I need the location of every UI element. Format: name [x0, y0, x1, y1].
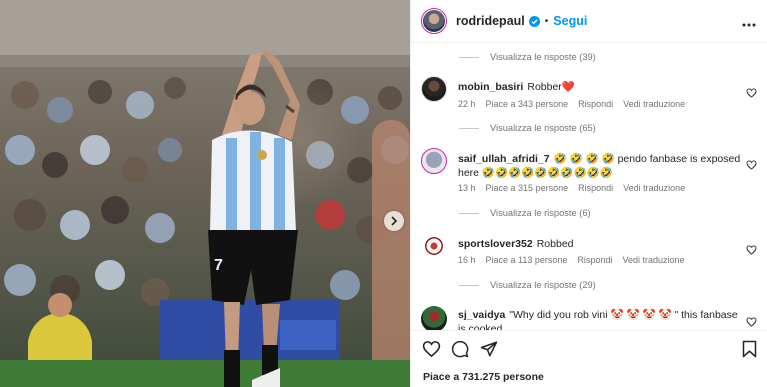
comment-username[interactable]: saif_ullah_afridi_7 — [458, 153, 550, 165]
avatar[interactable] — [421, 148, 447, 174]
avatar[interactable] — [421, 233, 447, 259]
heart-icon[interactable] — [422, 340, 441, 363]
next-photo-button[interactable] — [384, 211, 404, 231]
comment-item: saif_ullah_afridi_7 🤣 🤣 🤣 🤣 pendo fanbase… — [421, 148, 766, 198]
post-image: 7 — [0, 0, 410, 387]
comments-panel: rodridepaul • Segui Visualizza le rispos… — [410, 0, 767, 387]
see-translation-button[interactable]: Vedi traduzione — [622, 255, 684, 265]
more-options-icon[interactable] — [742, 14, 756, 32]
bookmark-icon[interactable] — [742, 340, 757, 363]
comment-item: sportslover352 Robbed 16 h Piace a 113 pe… — [421, 233, 766, 269]
view-replies-label: Visualizza le risposte (39) — [490, 52, 596, 62]
replies-divider-line — [459, 127, 479, 129]
see-translation-button[interactable]: Vedi traduzione — [623, 99, 685, 109]
like-comment-heart-icon[interactable] — [746, 242, 757, 260]
avatar[interactable] — [421, 306, 447, 332]
post-header: rodridepaul • Segui — [411, 0, 767, 43]
view-replies-label: Visualizza le risposte (29) — [490, 280, 596, 290]
view-replies-button[interactable]: Visualizza le risposte (39) — [459, 52, 596, 62]
jersey-number: 7 — [214, 257, 223, 274]
comment-likes-count[interactable]: Piace a 343 persone — [486, 99, 569, 109]
comment-username[interactable]: sj_vaidya — [458, 309, 505, 321]
like-comment-heart-icon[interactable] — [746, 157, 757, 175]
comment-likes-count[interactable]: Piace a 113 persone — [486, 255, 568, 265]
comment-time: 13 h — [458, 183, 476, 193]
share-icon[interactable] — [480, 340, 498, 363]
author-username[interactable]: rodridepaul — [456, 14, 525, 28]
comment-text: Robber❤️ — [527, 81, 575, 93]
comment-icon[interactable] — [451, 340, 469, 363]
verified-badge-icon — [528, 15, 540, 27]
replies-divider-line — [459, 212, 479, 214]
separator-dot: • — [544, 15, 549, 27]
comment-text: Robbed — [536, 238, 574, 250]
reply-button[interactable]: Rispondi — [578, 183, 613, 193]
avatar[interactable] — [421, 76, 447, 102]
like-comment-heart-icon[interactable] — [746, 85, 757, 103]
replies-divider-line — [459, 284, 479, 286]
view-replies-button[interactable]: Visualizza le risposte (29) — [459, 280, 596, 290]
view-replies-button[interactable]: Visualizza le risposte (6) — [459, 208, 591, 218]
chevron-right-icon — [391, 216, 398, 226]
comment-username[interactable]: sportslover352 — [458, 238, 533, 250]
view-replies-button[interactable]: Visualizza le risposte (65) — [459, 123, 596, 133]
comment-item: mobin_basiri Robber❤️ 22 h Piace a 343 pe… — [421, 76, 766, 116]
comment-time: 16 h — [458, 255, 476, 265]
post-likes-count[interactable]: Piace a 731.275 persone — [423, 371, 544, 383]
view-replies-label: Visualizza le risposte (6) — [490, 208, 591, 218]
comment-username[interactable]: mobin_basiri — [458, 81, 523, 93]
follow-button[interactable]: Segui — [553, 14, 587, 28]
see-translation-button[interactable]: Vedi traduzione — [623, 183, 685, 193]
comment-item: sj_vaidya "Why did you rob vini 🤡 🤡 🤡 🤡 "… — [421, 306, 766, 332]
comment-time: 22 h — [458, 99, 476, 109]
reply-button[interactable]: Rispondi — [577, 255, 612, 265]
comment-likes-count[interactable]: Piace a 315 persone — [486, 183, 569, 193]
view-replies-label: Visualizza le risposte (65) — [490, 123, 596, 133]
replies-divider-line — [459, 56, 479, 58]
post-photo: 7 — [0, 0, 410, 387]
reply-button[interactable]: Rispondi — [578, 99, 613, 109]
author-avatar[interactable] — [421, 8, 447, 34]
post-actions-bar: Piace a 731.275 persone — [411, 330, 767, 387]
